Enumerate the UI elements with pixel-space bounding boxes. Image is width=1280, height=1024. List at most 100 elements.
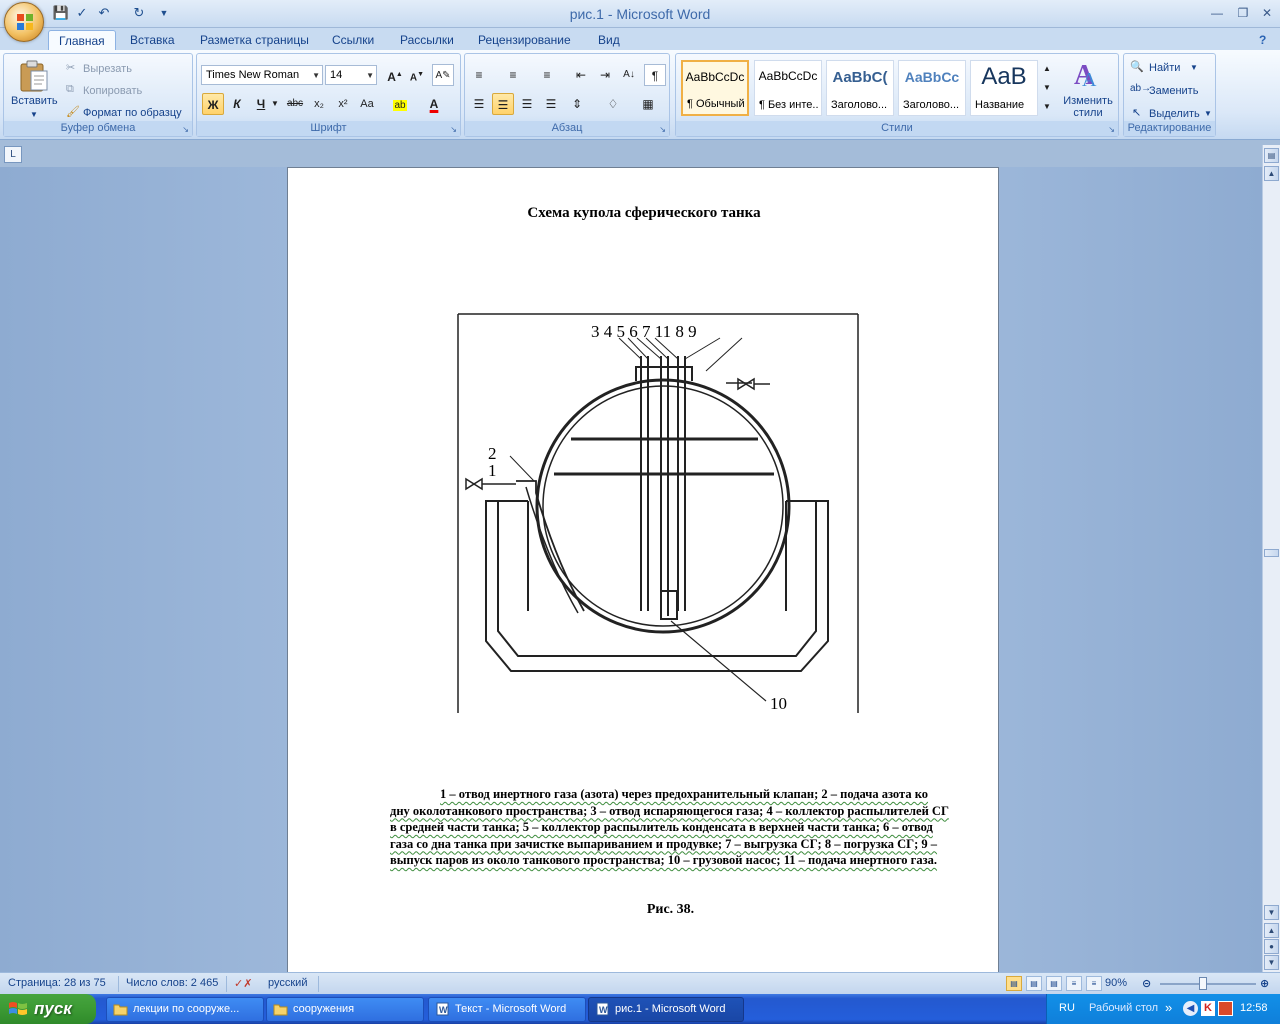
ruler-toggle-button[interactable]: L <box>4 146 22 163</box>
bold-button[interactable]: Ж <box>202 93 224 115</box>
page-count[interactable]: Страница: 28 из 75 <box>8 977 106 989</box>
superscript-button[interactable]: x² <box>332 93 354 115</box>
restore-button[interactable]: ❐ <box>1230 4 1256 22</box>
minimize-button[interactable]: — <box>1204 4 1230 22</box>
show-marks-icon[interactable]: ¶ <box>644 64 666 86</box>
style-normal[interactable]: AaBbCcDc ¶ Обычный <box>681 60 749 116</box>
language-indicator[interactable]: RU <box>1059 1002 1075 1014</box>
align-center-icon[interactable]: ☰ <box>492 93 514 115</box>
full-screen-reading-icon[interactable]: ▤ <box>1026 976 1042 991</box>
taskbar-item-text-word[interactable]: W Текст - Microsoft Word <box>428 997 586 1022</box>
tab-review[interactable]: Рецензирование <box>468 30 581 52</box>
increase-indent-icon[interactable]: ⇥ <box>594 64 616 86</box>
select-button[interactable]: Выделить <box>1149 108 1200 120</box>
office-button[interactable] <box>4 2 44 42</box>
bullets-icon[interactable]: ≡ <box>468 64 490 86</box>
zoom-out-icon[interactable]: ⊝ <box>1142 977 1151 990</box>
shading-icon[interactable]: ♢ <box>602 93 624 115</box>
borders-icon[interactable]: ▦ <box>637 93 659 115</box>
font-name-combo[interactable]: Times New Roman ▼ <box>201 65 323 85</box>
tab-insert[interactable]: Вставка <box>120 30 185 52</box>
proofing-icon[interactable]: ✓✗ <box>234 977 252 990</box>
styles-up-icon[interactable]: ▲ <box>1040 60 1054 78</box>
ruler-view-icon[interactable]: ▤ <box>1264 148 1279 163</box>
align-right-icon[interactable]: ☰ <box>516 93 538 115</box>
styles-down-icon[interactable]: ▼ <box>1040 79 1054 97</box>
align-left-icon[interactable]: ☰ <box>468 93 490 115</box>
font-color-icon[interactable]: A <box>423 93 445 115</box>
change-case-button[interactable]: Aa <box>356 93 378 115</box>
format-painter-button[interactable]: Формат по образцу <box>83 107 182 119</box>
zoom-slider[interactable] <box>1160 983 1256 985</box>
style-heading-1[interactable]: AaBbC( Заголово... <box>826 60 894 116</box>
vertical-scrollbar[interactable]: ▤ ▲ ▼ ▲ ● ▼ <box>1262 145 1280 972</box>
select-dropdown-icon[interactable]: ▼ <box>1204 109 1212 118</box>
taskbar-item-lectures[interactable]: лекции по сооруже... <box>106 997 264 1022</box>
next-page-icon[interactable]: ▼ <box>1264 955 1279 970</box>
tab-mailings[interactable]: Рассылки <box>390 30 464 52</box>
web-layout-icon[interactable]: ▤ <box>1046 976 1062 991</box>
desktop-chevron-icon[interactable]: » <box>1165 1000 1172 1015</box>
grow-font-icon[interactable]: A▲ <box>384 64 406 86</box>
zoom-thumb[interactable] <box>1199 977 1208 990</box>
style-title[interactable]: AaB Название <box>970 60 1038 116</box>
styles-more-icon[interactable]: ▼ <box>1040 98 1054 116</box>
tray-arrow-icon[interactable]: ◀ <box>1183 1001 1198 1016</box>
clear-formatting-icon[interactable]: A✎ <box>432 64 454 86</box>
app-tray-icon[interactable] <box>1218 1001 1233 1016</box>
find-dropdown-icon[interactable]: ▼ <box>1190 63 1198 72</box>
help-icon[interactable]: ? <box>1255 30 1270 52</box>
line-spacing-icon[interactable]: ⇕ <box>566 93 588 115</box>
paste-icon[interactable] <box>18 59 50 93</box>
underline-dropdown-icon[interactable]: ▼ <box>269 93 281 115</box>
taskbar-item-fig-word[interactable]: W рис.1 - Microsoft Word <box>588 997 744 1022</box>
zoom-in-icon[interactable]: ⊕ <box>1260 977 1269 990</box>
scroll-up-icon[interactable]: ▲ <box>1264 166 1279 181</box>
close-button[interactable]: ✕ <box>1254 4 1280 22</box>
decrease-indent-icon[interactable]: ⇤ <box>570 64 592 86</box>
shrink-font-icon[interactable]: A▼ <box>406 64 428 86</box>
replace-button[interactable]: Заменить <box>1149 85 1198 97</box>
taskbar-item-structures[interactable]: сооружения <box>266 997 424 1022</box>
word-count[interactable]: Число слов: 2 465 <box>126 977 218 989</box>
paste-dropdown-icon[interactable]: ▼ <box>30 110 38 119</box>
copy-button[interactable]: Копировать <box>83 85 142 97</box>
italic-button[interactable]: К <box>226 93 248 115</box>
print-layout-icon[interactable]: ▤ <box>1006 976 1022 991</box>
sort-icon[interactable]: A↓ <box>618 64 640 86</box>
subscript-button[interactable]: x₂ <box>308 93 330 115</box>
change-styles-button[interactable]: Изменить стили <box>1060 95 1116 119</box>
justify-icon[interactable]: ☰ <box>540 93 562 115</box>
change-styles-icon[interactable]: A A <box>1070 58 1102 90</box>
cut-button[interactable]: Вырезать <box>83 63 132 75</box>
numbering-icon[interactable]: ≡ <box>502 64 524 86</box>
style-no-spacing[interactable]: AaBbCcDc ¶ Без инте... <box>754 60 822 116</box>
multilevel-list-icon[interactable]: ≡ <box>536 64 558 86</box>
scroll-thumb[interactable] <box>1264 549 1279 557</box>
styles-launcher-icon[interactable]: ↘ <box>1108 125 1115 134</box>
font-launcher-icon[interactable]: ↘ <box>450 125 457 134</box>
tab-home[interactable]: Главная <box>48 30 116 52</box>
language[interactable]: русский <box>268 977 307 989</box>
paragraph-launcher-icon[interactable]: ↘ <box>659 125 666 134</box>
tab-page-layout[interactable]: Разметка страницы <box>190 30 319 52</box>
zoom-level[interactable]: 90% <box>1105 977 1127 989</box>
draft-icon[interactable]: ≡ <box>1086 976 1102 991</box>
paste-button[interactable]: Вставить <box>11 95 58 107</box>
scroll-down-icon[interactable]: ▼ <box>1264 905 1279 920</box>
antivirus-icon[interactable]: K <box>1201 1001 1215 1016</box>
highlight-icon[interactable]: ab <box>389 93 411 115</box>
outline-icon[interactable]: ≡ <box>1066 976 1082 991</box>
previous-page-icon[interactable]: ▲ <box>1264 923 1279 938</box>
font-size-combo[interactable]: 14 ▼ <box>325 65 377 85</box>
find-button[interactable]: Найти <box>1149 62 1180 74</box>
browse-object-icon[interactable]: ● <box>1264 939 1279 954</box>
document-page[interactable]: Схема купола сферического танка 3 4 5 6 … <box>287 167 999 972</box>
style-heading-2[interactable]: AaBbCc Заголово... <box>898 60 966 116</box>
tab-references[interactable]: Ссылки <box>322 30 384 52</box>
desktop-toolbar[interactable]: Рабочий стол <box>1089 1002 1158 1014</box>
strikethrough-button[interactable]: abc <box>284 93 306 115</box>
tab-view[interactable]: Вид <box>588 30 630 52</box>
clipboard-launcher-icon[interactable]: ↘ <box>182 125 189 134</box>
start-button[interactable]: пуск <box>0 994 96 1024</box>
